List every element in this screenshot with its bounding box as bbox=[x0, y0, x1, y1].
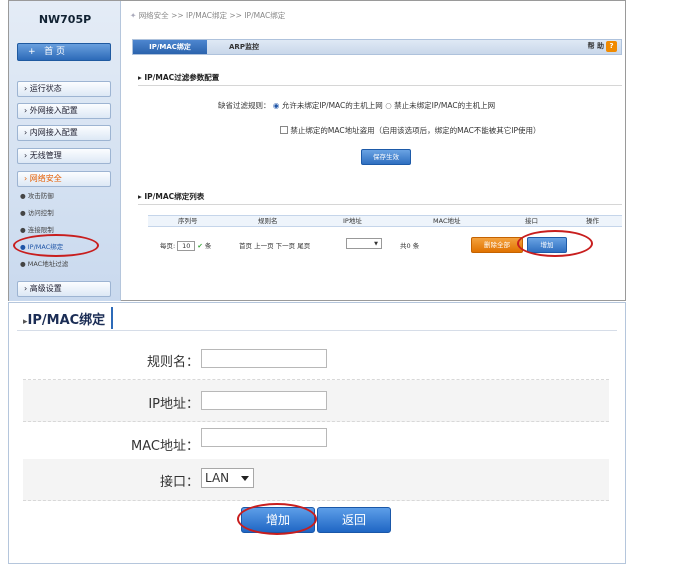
total-count: 共0 条 bbox=[400, 242, 420, 250]
radio-deny-label: 禁止未绑定IP/MAC的主机上网 bbox=[394, 101, 496, 110]
mac-theft-label: 禁止绑定的MAC地址盗用（启用该选项后，绑定的MAC不能被其它IP使用） bbox=[290, 126, 541, 135]
table-header: 序列号 规则名 IP地址 MAC地址 接口 操作 bbox=[148, 215, 622, 227]
per-page-input[interactable]: 10 bbox=[177, 241, 196, 251]
mac-theft-row: 禁止绑定的MAC地址盗用（启用该选项后，绑定的MAC不能被其它IP使用） bbox=[280, 125, 541, 136]
form-row-mac: MAC地址： bbox=[23, 422, 609, 464]
pager-row: 每页: 10 ✔ 条 bbox=[160, 240, 211, 251]
tab-bar: IP/MAC绑定 ARP监控 帮 助? bbox=[132, 39, 622, 55]
ip-input[interactable] bbox=[201, 391, 327, 410]
iface-select[interactable]: LAN bbox=[201, 468, 254, 488]
col-seq: 序列号 bbox=[178, 217, 198, 225]
col-iface: 接口 bbox=[525, 217, 538, 225]
mac-theft-checkbox[interactable] bbox=[280, 126, 288, 134]
mac-input[interactable] bbox=[201, 428, 327, 447]
title-accent-bar bbox=[111, 307, 113, 329]
form-row-iface: 接口： LAN bbox=[23, 459, 609, 501]
tab-ip-mac-binding[interactable]: IP/MAC绑定 bbox=[133, 40, 207, 54]
nav-network-security[interactable]: › 网络安全 bbox=[17, 171, 111, 187]
help-icon: ? bbox=[606, 41, 617, 52]
rule-name-label: 规则名： bbox=[146, 355, 199, 370]
breadcrumb-icon: ✦ bbox=[130, 11, 137, 20]
home-button[interactable]: + 首 页 bbox=[17, 43, 111, 61]
nav-lan-config[interactable]: › 内网接入配置 bbox=[17, 125, 111, 141]
col-action: 操作 bbox=[586, 217, 599, 225]
filter-title-text: IP/MAC过滤参数配置 bbox=[144, 73, 220, 82]
help-button[interactable]: 帮 助? bbox=[588, 41, 617, 52]
ip-label: IP地址： bbox=[148, 397, 199, 412]
highlight-ellipse bbox=[517, 230, 593, 257]
iface-value: LAN bbox=[205, 471, 230, 485]
divider bbox=[138, 204, 622, 205]
nav-advanced[interactable]: › 高级设置 bbox=[17, 281, 111, 297]
sidebar: NW705P + 首 页 › 运行状态 › 外网接入配置 › 内网接入配置 › … bbox=[9, 1, 121, 301]
mac-label: MAC地址： bbox=[131, 439, 199, 454]
delete-all-button[interactable]: 删除全部 bbox=[471, 237, 523, 253]
tab-arp-monitor[interactable]: ARP监控 bbox=[209, 40, 279, 54]
breadcrumb-text: 网络安全 >> IP/MAC绑定 >> IP/MAC绑定 bbox=[138, 11, 286, 20]
col-ip: IP地址 bbox=[343, 217, 362, 225]
nav-status[interactable]: › 运行状态 bbox=[17, 81, 111, 97]
pager-links[interactable]: 首页 上一页 下一页 尾页 bbox=[239, 240, 310, 250]
per-page-label: 每页: bbox=[160, 242, 176, 250]
main-content: ✦ 网络安全 >> IP/MAC绑定 >> IP/MAC绑定 IP/MAC绑定 … bbox=[122, 1, 626, 301]
binding-form-panel: ▸IP/MAC绑定 规则名： IP地址： MAC地址： 接口： LAN 增加 返… bbox=[8, 302, 626, 564]
form-row-rule-name: 规则名： bbox=[23, 338, 609, 380]
page-select[interactable]: ▼ bbox=[346, 238, 382, 249]
list-section-title: ▸ IP/MAC绑定列表 bbox=[138, 192, 205, 201]
router-config-panel: NW705P + 首 页 › 运行状态 › 外网接入配置 › 内网接入配置 › … bbox=[8, 0, 626, 301]
device-model: NW705P bbox=[38, 13, 92, 26]
divider bbox=[17, 330, 617, 331]
filter-rule-row: 缺省过滤规则： ◉ 允许未绑定IP/MAC的主机上网 ○ 禁止未绑定IP/MAC… bbox=[218, 100, 495, 111]
subnav-access-control[interactable]: ● 访问控制 bbox=[20, 208, 54, 218]
save-button[interactable]: 保存生效 bbox=[361, 149, 411, 165]
radio-allow-label: 允许未绑定IP/MAC的主机上网 bbox=[281, 101, 383, 110]
highlight-ellipse bbox=[13, 234, 99, 257]
radio-allow[interactable]: ◉ bbox=[273, 101, 280, 110]
nav-wan-config[interactable]: › 外网接入配置 bbox=[17, 103, 111, 119]
filter-section-title: ▸ IP/MAC过滤参数配置 bbox=[138, 73, 220, 82]
form-title-text: IP/MAC绑定 bbox=[27, 313, 106, 328]
iface-label: 接口： bbox=[159, 475, 199, 490]
chevron-down-icon: ▼ bbox=[374, 241, 378, 247]
filter-rule-label: 缺省过滤规则： bbox=[218, 101, 271, 110]
nav-wireless[interactable]: › 无线管理 bbox=[17, 148, 111, 164]
list-title-text: IP/MAC绑定列表 bbox=[144, 192, 205, 201]
form-row-ip: IP地址： bbox=[23, 380, 609, 422]
highlight-ellipse bbox=[237, 503, 317, 535]
rule-name-input[interactable] bbox=[201, 349, 327, 368]
radio-deny[interactable]: ○ bbox=[385, 101, 392, 110]
col-rule-name: 规则名 bbox=[258, 217, 278, 225]
breadcrumb: ✦ 网络安全 >> IP/MAC绑定 >> IP/MAC绑定 bbox=[122, 1, 626, 31]
help-label: 帮 助 bbox=[587, 42, 604, 50]
per-page-unit: 条 bbox=[204, 242, 212, 250]
home-icon: + bbox=[28, 47, 36, 57]
divider bbox=[138, 85, 622, 86]
confirm-check-icon[interactable]: ✔ bbox=[197, 242, 202, 250]
home-label: 首 页 bbox=[44, 47, 66, 57]
chevron-down-icon bbox=[241, 476, 249, 481]
form-title: ▸IP/MAC绑定 bbox=[23, 309, 105, 328]
subnav-attack-defense[interactable]: ● 攻击防御 bbox=[20, 191, 54, 201]
col-mac: MAC地址 bbox=[433, 217, 461, 225]
form-back-button[interactable]: 返回 bbox=[317, 507, 391, 533]
subnav-mac-filter[interactable]: ● MAC地址过滤 bbox=[20, 259, 68, 269]
